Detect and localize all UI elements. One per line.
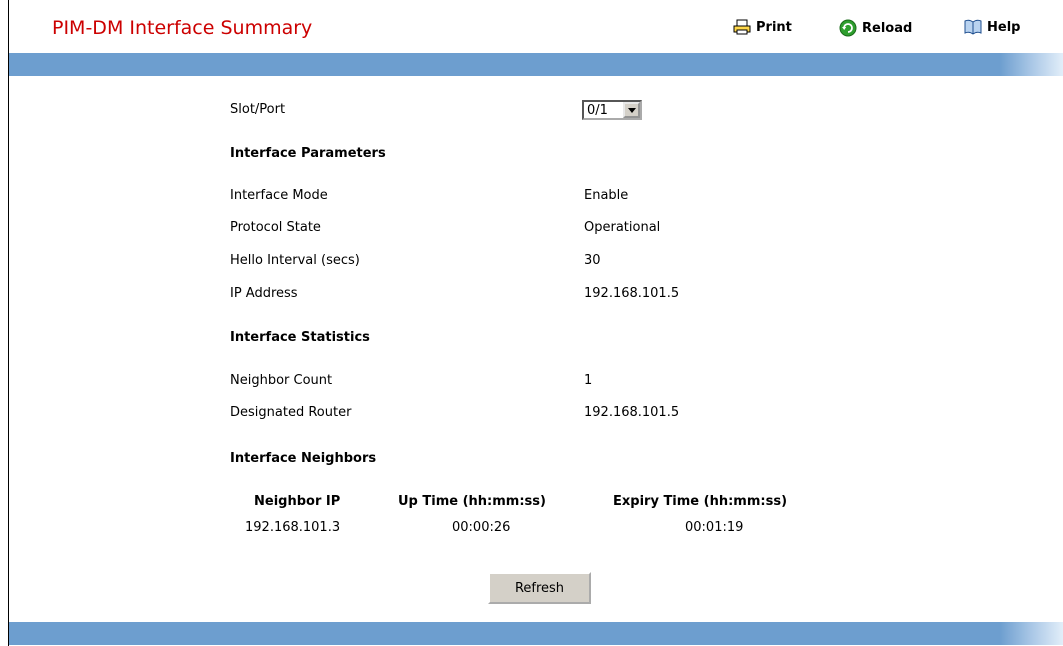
protocol-state-label: Protocol State	[230, 220, 321, 235]
top-divider-bar	[9, 53, 1063, 76]
page-title: PIM-DM Interface Summary	[52, 17, 313, 39]
refresh-button[interactable]: Refresh	[488, 572, 591, 604]
page-frame	[8, 0, 1063, 646]
column-header-expiry-time: Expiry Time (hh:mm:ss)	[613, 494, 788, 509]
slot-port-value: 0/1	[587, 102, 608, 118]
up-time-cell: 00:00:26	[452, 520, 511, 535]
hello-interval-label: Hello Interval (secs)	[230, 253, 360, 268]
reload-button[interactable]: Reload	[839, 19, 912, 37]
help-label: Help	[987, 19, 1021, 35]
neighbor-count-label: Neighbor Count	[230, 373, 333, 388]
interface-statistics-heading: Interface Statistics	[230, 330, 370, 345]
interface-parameters-heading: Interface Parameters	[230, 146, 386, 161]
neighbor-ip-cell: 192.168.101.3	[245, 520, 341, 535]
hello-interval-value: 30	[584, 253, 601, 268]
interface-mode-value: Enable	[584, 188, 629, 203]
chevron-down-icon[interactable]	[623, 102, 640, 118]
interface-mode-label: Interface Mode	[230, 188, 328, 203]
ip-address-value: 192.168.101.5	[584, 286, 680, 301]
reload-icon	[839, 19, 857, 37]
book-icon	[964, 19, 982, 35]
slot-port-label: Slot/Port	[230, 102, 286, 117]
ip-address-label: IP Address	[230, 286, 298, 301]
expiry-time-cell: 00:01:19	[685, 520, 744, 535]
neighbor-count-value: 1	[584, 373, 593, 388]
print-button[interactable]: Print	[733, 19, 792, 35]
slot-port-select[interactable]: 0/1	[582, 100, 642, 120]
interface-neighbors-heading: Interface Neighbors	[230, 451, 377, 466]
bottom-divider-bar	[9, 622, 1063, 645]
column-header-up-time: Up Time (hh:mm:ss)	[398, 494, 546, 509]
column-header-neighbor-ip: Neighbor IP	[254, 494, 341, 509]
print-label: Print	[756, 19, 792, 35]
protocol-state-value: Operational	[584, 220, 661, 235]
printer-icon	[733, 19, 751, 35]
designated-router-value: 192.168.101.5	[584, 405, 680, 420]
help-button[interactable]: Help	[964, 19, 1020, 35]
reload-label: Reload	[862, 20, 913, 36]
designated-router-label: Designated Router	[230, 405, 352, 420]
